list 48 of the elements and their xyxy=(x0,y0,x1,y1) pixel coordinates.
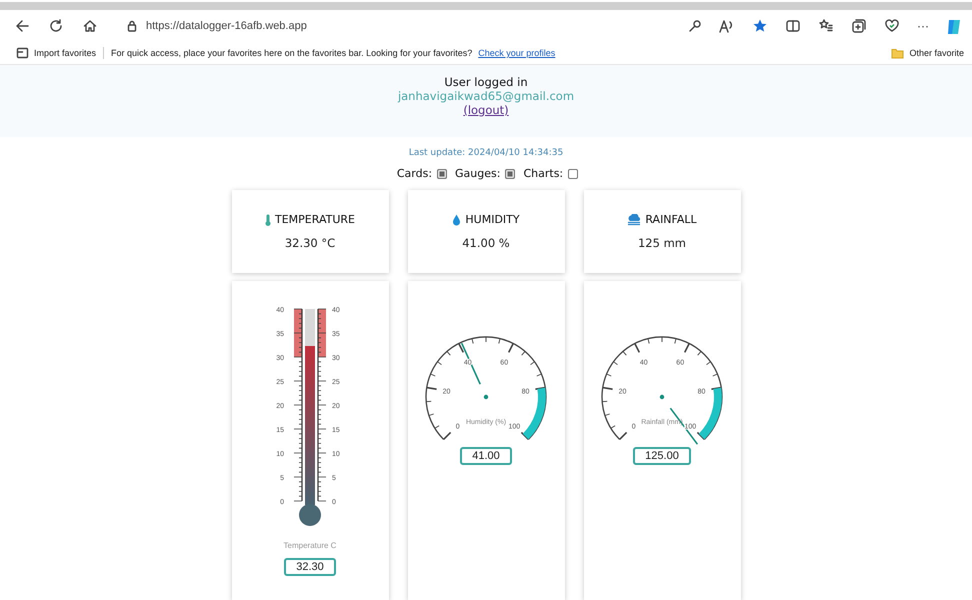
read-aloud-icon[interactable] xyxy=(719,19,735,33)
checkbox[interactable] xyxy=(437,168,448,178)
gauge-title: Temperature C xyxy=(284,541,336,550)
thermometer-bulb xyxy=(299,504,321,526)
toggle-label: Gauges: xyxy=(455,167,500,180)
last-update-text: Last update: 2024/04/10 14:34:35 xyxy=(408,148,564,158)
other-favorites-link[interactable]: Other favorite xyxy=(909,48,964,58)
back-icon[interactable] xyxy=(14,18,30,34)
needle-pivot xyxy=(484,394,488,400)
card-value: 41.00 % xyxy=(462,236,510,250)
card-title: TEMPERATURE xyxy=(275,213,355,226)
value-display: 125.00 xyxy=(633,447,691,465)
split-screen-icon[interactable] xyxy=(785,18,801,34)
value-display: 41.00 xyxy=(460,447,512,465)
alert-band xyxy=(698,388,722,440)
card-title: HUMIDITY xyxy=(465,213,520,226)
alert-band xyxy=(522,388,546,440)
card-title: RAINFALL xyxy=(645,213,697,226)
checkbox[interactable] xyxy=(505,168,516,178)
thermometer-icon xyxy=(265,214,271,226)
toggle-label: Charts: xyxy=(523,167,564,180)
checkbox[interactable] xyxy=(568,168,578,178)
heart-icon[interactable] xyxy=(884,18,900,34)
more-button[interactable]: ··· xyxy=(917,19,929,33)
address-bar[interactable]: https://datalogger-16afb.web.app xyxy=(116,14,317,38)
needle xyxy=(460,342,481,385)
lock-icon[interactable] xyxy=(126,20,138,32)
value-display: 32.30 xyxy=(284,558,336,576)
toggle-label: Cards: xyxy=(396,167,432,180)
user-email: janhavigaikwad65@gmail.com xyxy=(398,89,574,103)
rain-cloud-icon xyxy=(627,214,642,226)
import-icon[interactable] xyxy=(16,47,29,59)
favorites-message: For quick access, place your favorites here on the favorites bar. Looking for your favorites? xyxy=(111,48,472,58)
water-drop-icon xyxy=(452,214,462,226)
logout-link[interactable]: (logout) xyxy=(463,103,509,117)
needle-pivot xyxy=(660,394,664,400)
check-profiles-link[interactable]: Check your profiles xyxy=(478,48,556,58)
copilot-icon[interactable] xyxy=(946,17,962,35)
refresh-icon[interactable] xyxy=(48,18,64,34)
user-heading: User logged in xyxy=(444,75,528,89)
card-value: 125 mm xyxy=(638,236,686,250)
url-text[interactable]: https://datalogger-16afb.web.app xyxy=(146,20,307,32)
star-icon[interactable] xyxy=(752,18,768,34)
collections-icon[interactable] xyxy=(851,18,867,34)
home-icon[interactable] xyxy=(82,18,98,34)
import-favorites-link[interactable]: Import favorites xyxy=(34,48,96,58)
card-value: 32.30 °C xyxy=(284,236,336,250)
favorites-icon[interactable] xyxy=(818,18,834,34)
